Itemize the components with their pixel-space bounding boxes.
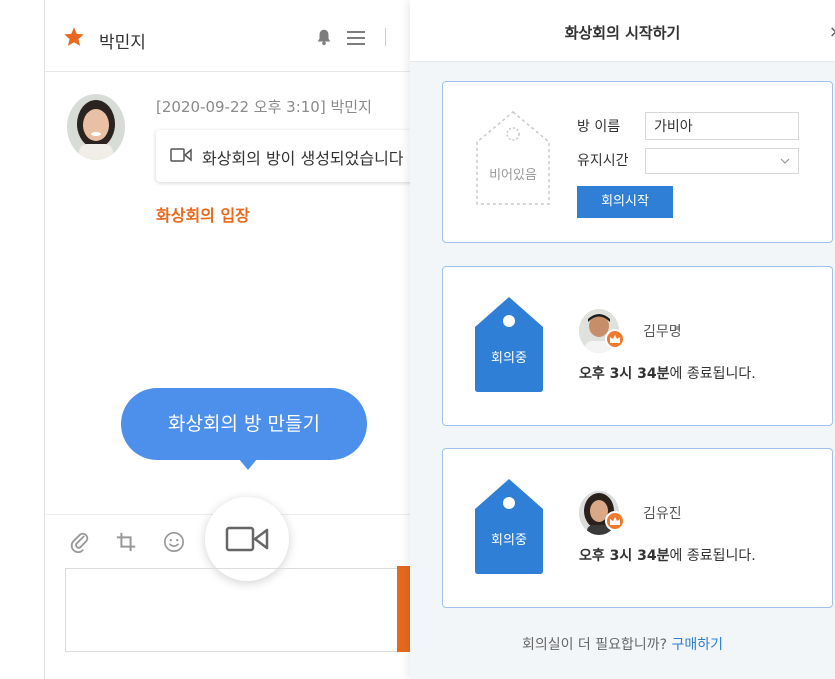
chevron-down-icon	[780, 158, 790, 164]
end-time: 오후 3시 34분	[579, 548, 670, 564]
meeting-title: 화상회의 시작하기	[564, 24, 681, 42]
duration-label: 유지시간	[577, 153, 629, 169]
empty-room-tag-label: 비어있음	[489, 168, 537, 183]
star-icon[interactable]	[63, 26, 85, 48]
avatar-photo	[67, 94, 125, 160]
paperclip-icon[interactable]	[69, 531, 91, 553]
menu-icon[interactable]	[347, 30, 365, 46]
new-room-card: 비어있음 방 이름 유지시간 회의시작	[442, 81, 833, 243]
start-meeting-button[interactable]: 회의시작	[577, 186, 673, 218]
host-badge	[605, 329, 625, 349]
in-meeting-tag-label: 회의중	[491, 533, 527, 548]
header-divider	[385, 28, 386, 46]
send-button[interactable]	[397, 566, 410, 652]
create-room-tooltip[interactable]: 화상회의 방 만들기	[121, 388, 367, 470]
message-meta: [2020-09-22 오후 3:10] 박민지	[156, 98, 372, 116]
empty-room-tag-icon	[476, 111, 550, 205]
room-name-input[interactable]	[645, 112, 799, 140]
footer-text: 회의실이 더 필요합니까?	[521, 637, 668, 653]
chat-panel: 박민지 [2020-09-22 오후 3:10] 박민지 화상회의 방이 생성되…	[44, 0, 410, 679]
message-input[interactable]	[65, 568, 410, 652]
join-meeting-link[interactable]: 화상회의 입장	[156, 202, 250, 226]
video-camera-icon	[225, 526, 269, 552]
buy-link[interactable]: 구매하기	[672, 637, 724, 653]
host-name: 김유진	[643, 506, 682, 522]
room-name-label: 방 이름	[577, 119, 621, 135]
in-meeting-tag-label: 회의중	[491, 351, 527, 366]
active-room-card[interactable]: 회의중 김무명 오후 3시 34분에 종료됩니다.	[442, 266, 833, 426]
bell-icon[interactable]	[315, 28, 333, 46]
crop-icon[interactable]	[115, 531, 137, 553]
end-time-text: 오후 3시 34분에 종료됩니다.	[579, 363, 756, 383]
end-time-suffix: 에 종료됩니다.	[669, 366, 756, 382]
footer-prompt: 회의실이 더 필요합니까? 구매하기	[410, 634, 835, 654]
host-badge	[605, 511, 625, 531]
host-name: 김무명	[643, 324, 682, 340]
message-text: 화상회의 방이 생성되었습니다	[202, 149, 404, 168]
close-icon[interactable]: ×	[829, 22, 835, 41]
video-camera-icon	[170, 148, 192, 162]
chat-header: 박민지	[45, 0, 410, 72]
crown-icon	[610, 335, 620, 343]
in-meeting-tag-icon	[475, 479, 543, 574]
chat-title: 박민지	[99, 33, 146, 53]
end-time-text: 오후 3시 34분에 종료됩니다.	[579, 545, 756, 565]
end-time-suffix: 에 종료됩니다.	[669, 548, 756, 564]
active-room-card[interactable]: 회의중 김유진 오후 3시 34분에 종료됩니다.	[442, 448, 833, 608]
message-bubble: 화상회의 방이 생성되었습니다	[156, 130, 410, 182]
in-meeting-tag-icon	[475, 297, 543, 392]
duration-select[interactable]	[645, 148, 799, 174]
meeting-panel: 화상회의 시작하기 × 비어있음 방 이름 유지시간 회의시작 회의중	[410, 0, 835, 679]
crown-icon	[610, 517, 620, 525]
avatar[interactable]	[67, 94, 125, 160]
meeting-header: 화상회의 시작하기 ×	[410, 0, 835, 62]
emoji-icon[interactable]	[163, 531, 185, 553]
end-time: 오후 3시 34분	[579, 366, 670, 382]
